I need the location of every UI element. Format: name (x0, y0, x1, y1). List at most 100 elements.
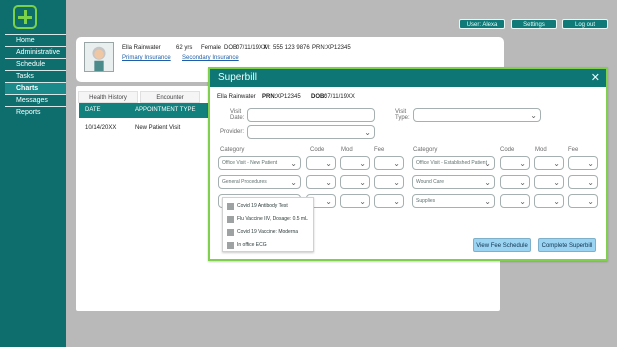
checkbox-icon[interactable] (227, 242, 234, 249)
table-row[interactable]: 10/14/20XX New Patient Visit (79, 122, 209, 134)
sidebar-item-messages[interactable]: Messages (5, 94, 66, 106)
medical-cross-logo-icon (13, 5, 37, 29)
superbill-title: Superbill (218, 72, 257, 83)
visit-type-select[interactable]: ⌄ (413, 108, 541, 122)
chevron-down-icon: ⌄ (364, 128, 371, 137)
dropdown-option-label: In office ECG (237, 242, 267, 248)
category-select-right-1[interactable]: Office Visit - Established Patient ⌄ (412, 156, 495, 170)
superbill-prn: XP12345 (276, 94, 301, 100)
fee-header-left: Fee (374, 147, 385, 153)
date-column-header: DATE (85, 107, 101, 113)
category-header-left: Category (220, 147, 245, 153)
chevron-down-icon: ⌄ (359, 159, 366, 168)
chevron-down-icon: ⌄ (325, 197, 332, 206)
phone-value: 555 123 9876 (273, 45, 310, 51)
patient-name: Ella Rainwater (122, 45, 161, 51)
settings-button[interactable]: Settings (511, 19, 557, 29)
fee-select-left-2[interactable]: ⌄ (374, 175, 404, 189)
chevron-down-icon: ⌄ (484, 178, 491, 187)
code-select-right-3[interactable]: ⌄ (500, 194, 530, 208)
category-value-left-1: Office Visit - New Patient (222, 160, 278, 166)
mod-header-left: Mod (341, 147, 353, 153)
chevron-down-icon: ⌄ (290, 159, 297, 168)
provider-select[interactable]: ⌄ (247, 125, 375, 139)
sidebar-item-administrative[interactable]: Administrative (5, 46, 66, 58)
mod-select-right-3[interactable]: ⌄ (534, 194, 564, 208)
appointments-table-header: DATE APPOINTMENT TYPE (79, 103, 209, 118)
tab-health-history[interactable]: Health History (78, 91, 138, 103)
checkbox-icon[interactable] (227, 229, 234, 236)
user-button[interactable]: User: Alexa (459, 19, 505, 29)
tab-encounter[interactable]: Encounter (140, 91, 200, 103)
checkbox-icon[interactable] (227, 203, 234, 210)
chevron-down-icon: ⌄ (484, 197, 491, 206)
chevron-down-icon: ⌄ (587, 178, 594, 187)
superbill-header: Superbill ✕ (210, 69, 606, 87)
category-header-right: Category (413, 147, 438, 153)
mod-select-left-2[interactable]: ⌄ (340, 175, 370, 189)
sidebar-item-charts[interactable]: Charts (5, 82, 66, 94)
sidebar-item-reports[interactable]: Reports (5, 106, 66, 118)
sidebar-item-home[interactable]: Home (5, 34, 66, 46)
fee-select-left-1[interactable]: ⌄ (374, 156, 404, 170)
chart-tabs: Health History Encounter (78, 91, 206, 103)
chevron-down-icon: ⌄ (519, 159, 526, 168)
view-fee-schedule-button[interactable]: View Fee Schedule (473, 238, 531, 252)
code-select-right-2[interactable]: ⌄ (500, 175, 530, 189)
code-select-left-2[interactable]: ⌄ (306, 175, 336, 189)
category-select-left-1[interactable]: Office Visit - New Patient ⌄ (218, 156, 301, 170)
chevron-down-icon: ⌄ (553, 178, 560, 187)
dropdown-option-label: Flu Vaccine IIV, Dosage: 0.5 mL (237, 216, 308, 222)
phone-label: M: (264, 45, 271, 51)
sidebar-nav: Home Administrative Schedule Tasks Chart… (5, 34, 66, 118)
category-select-left-2[interactable]: General Procedures ⌄ (218, 175, 301, 189)
visit-date-input[interactable] (247, 108, 375, 122)
close-icon[interactable]: ✕ (591, 71, 600, 84)
complete-superbill-button[interactable]: Complete Superbill (538, 238, 596, 252)
category-value-right-1: Office Visit - Established Patient (416, 160, 487, 166)
mod-select-left-3[interactable]: ⌄ (340, 194, 370, 208)
code-header-right: Code (500, 147, 515, 153)
mod-select-right-2[interactable]: ⌄ (534, 175, 564, 189)
category-value-left-2: General Procedures (222, 179, 267, 185)
sidebar-item-schedule[interactable]: Schedule (5, 58, 66, 70)
patient-age: 62 yrs (176, 45, 193, 51)
visit-date-label: Visit Date: (230, 109, 245, 121)
dropdown-option-label: Covid 19 Vaccine: Moderna (237, 229, 299, 235)
mod-select-left-1[interactable]: ⌄ (340, 156, 370, 170)
fee-select-right-2[interactable]: ⌄ (568, 175, 598, 189)
category-value-right-3: Supplies (416, 198, 436, 204)
code-select-left-1[interactable]: ⌄ (306, 156, 336, 170)
checkbox-icon[interactable] (227, 216, 234, 223)
top-bar: User: Alexa Settings Log out (66, 0, 617, 33)
fee-select-right-3[interactable]: ⌄ (568, 194, 598, 208)
mod-header-right: Mod (535, 147, 547, 153)
chevron-down-icon: ⌄ (359, 197, 366, 206)
category-select-right-3[interactable]: Supplies ⌄ (412, 194, 495, 208)
fee-select-right-1[interactable]: ⌄ (568, 156, 598, 170)
mod-select-right-1[interactable]: ⌄ (534, 156, 564, 170)
code-select-right-1[interactable]: ⌄ (500, 156, 530, 170)
logout-button[interactable]: Log out (562, 19, 608, 29)
chevron-down-icon: ⌄ (553, 159, 560, 168)
row-appointment-type: New Patient Visit (135, 125, 181, 131)
chevron-down-icon: ⌄ (519, 178, 526, 187)
patient-avatar (84, 42, 114, 72)
provider-label: Provider: (220, 129, 245, 135)
sidebar: Home Administrative Schedule Tasks Chart… (0, 0, 66, 347)
category-select-right-2[interactable]: Wound Care ⌄ (412, 175, 495, 189)
chevron-down-icon: ⌄ (325, 159, 332, 168)
chevron-down-icon: ⌄ (393, 197, 400, 206)
chevron-down-icon: ⌄ (359, 178, 366, 187)
fee-select-left-3[interactable]: ⌄ (374, 194, 404, 208)
chevron-down-icon: ⌄ (553, 197, 560, 206)
patient-avatar-icon (85, 43, 113, 71)
superbill-dob: 07/11/19XX (324, 94, 355, 100)
chevron-down-icon: ⌄ (325, 178, 332, 187)
category-value-right-2: Wound Care (416, 179, 444, 185)
primary-insurance-link[interactable]: Primary Insurance (122, 55, 171, 61)
secondary-insurance-link[interactable]: Secondary Insurance (182, 55, 239, 61)
sidebar-item-tasks[interactable]: Tasks (5, 70, 66, 82)
code-header-left: Code (310, 147, 325, 153)
superbill-patient-name: Ella Rainwater (217, 94, 256, 100)
